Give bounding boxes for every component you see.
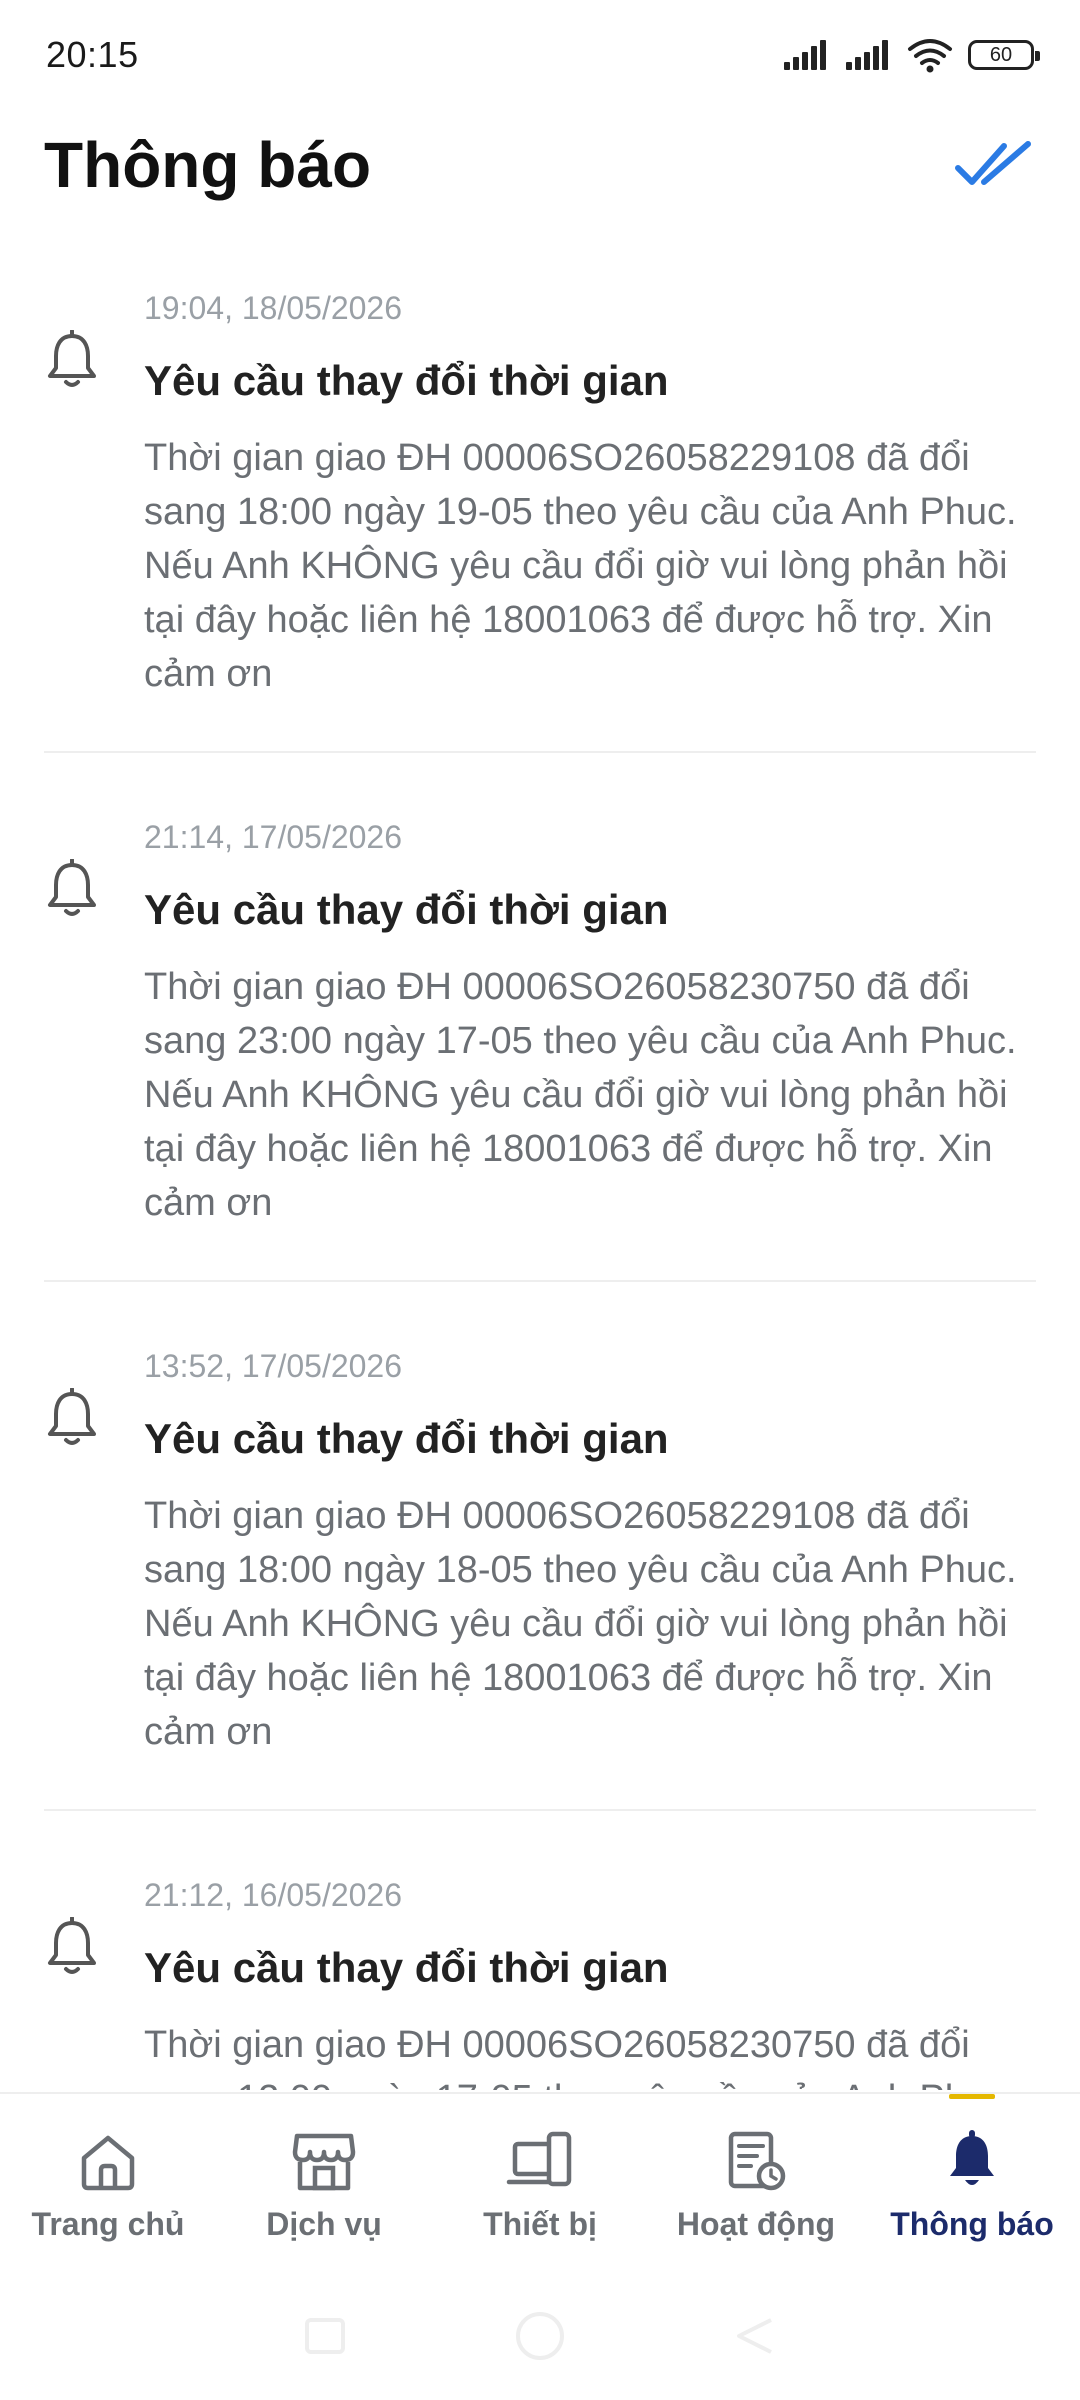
nav-item-devices[interactable]: Thiết bị (432, 2094, 648, 2274)
notification-body: 21:14, 17/05/2026 Yêu cầu thay đổi thời … (144, 819, 1036, 1230)
signal-icon (846, 40, 888, 70)
notification-icon-wrap (44, 1348, 144, 1759)
notification-item[interactable]: 13:52, 17/05/2026 Yêu cầu thay đổi thời … (44, 1318, 1036, 1811)
store-icon (292, 2133, 356, 2191)
notification-text: Thời gian giao ĐH 00006SO26058229108 đã … (144, 1495, 1017, 1753)
system-nav-bar (0, 2272, 1080, 2400)
battery-icon: 60 (968, 40, 1040, 70)
status-time: 20:15 (46, 34, 139, 75)
notification-text: Thời gian giao ĐH 00006SO26058229108 đã … (144, 437, 1017, 695)
nav-item-home[interactable]: Trang chủ (0, 2094, 216, 2274)
notification-time: 13:52, 17/05/2026 (144, 1348, 403, 1384)
status-icons: 60 (782, 37, 1040, 73)
notification-body: 21:12, 16/05/2026 Yêu cầu thay đổi thời … (144, 1877, 1036, 2090)
activity-icon (728, 2131, 786, 2191)
bell-icon (950, 2130, 994, 2185)
double-check-icon (955, 141, 1031, 185)
nav-item-notifications[interactable]: Thông báo (864, 2094, 1080, 2274)
notification-title: Yêu cầu thay đổi thời gian (144, 1415, 669, 1462)
notification-title: Yêu cầu thay đổi thời gian (144, 357, 669, 404)
bell-icon (48, 1916, 96, 1974)
nav-label: Hoạt động (676, 2206, 836, 2242)
mark-all-read-button[interactable] (952, 133, 1036, 197)
bottom-nav: Trang chủ Dịch vụ Thiết bị Hoạt động Thô… (0, 2092, 1080, 2274)
back-icon[interactable] (733, 2314, 777, 2358)
notification-title: Yêu cầu thay đổi thời gian (144, 1944, 669, 1991)
notification-time: 21:12, 16/05/2026 (144, 1877, 403, 1913)
notification-list[interactable]: 19:04, 18/05/2026 Yêu cầu thay đổi thời … (44, 260, 1036, 2090)
devices-icon (506, 2131, 572, 2187)
notification-text: Thời gian giao ĐH 00006SO26058230750 đã … (144, 966, 1017, 1224)
header: Thông báo (0, 110, 1080, 220)
home-icon (81, 2135, 135, 2191)
wifi-icon (908, 39, 952, 73)
status-bar: 20:15 60 (0, 0, 1080, 110)
bell-icon (48, 329, 96, 387)
recent-apps-icon[interactable] (303, 2316, 347, 2356)
notification-icon-wrap (44, 819, 144, 1230)
page-title: Thông báo (44, 129, 372, 201)
notification-body: 19:04, 18/05/2026 Yêu cầu thay đổi thời … (144, 290, 1036, 701)
notification-title: Yêu cầu thay đổi thời gian (144, 886, 669, 933)
nav-item-services[interactable]: Dịch vụ (216, 2094, 432, 2274)
bell-icon (48, 1387, 96, 1445)
screen: 20:15 60 Thông báo 19:04, 18/05/2026 Yêu… (0, 0, 1080, 2400)
notification-item[interactable]: 19:04, 18/05/2026 Yêu cầu thay đổi thời … (44, 260, 1036, 753)
nav-label: Dịch vụ (266, 2206, 382, 2242)
notification-icon-wrap (44, 290, 144, 701)
notification-body: 13:52, 17/05/2026 Yêu cầu thay đổi thời … (144, 1348, 1036, 1759)
bell-icon (48, 858, 96, 916)
nav-label: Trang chủ (31, 2206, 185, 2242)
notification-time: 19:04, 18/05/2026 (144, 290, 403, 326)
notification-item[interactable]: 21:12, 16/05/2026 Yêu cầu thay đổi thời … (44, 1847, 1036, 2090)
nav-item-activity[interactable]: Hoạt động (648, 2094, 864, 2274)
notification-icon-wrap (44, 1877, 144, 2090)
home-button-icon[interactable] (513, 2309, 567, 2363)
notification-item[interactable]: 21:14, 17/05/2026 Yêu cầu thay đổi thời … (44, 789, 1036, 1282)
battery-level: 60 (989, 43, 1013, 66)
nav-label: Thông báo (890, 2206, 1054, 2242)
nav-label: Thiết bị (483, 2206, 597, 2242)
notification-text: Thời gian giao ĐH 00006SO26058230750 đã … (144, 2024, 1017, 2090)
signal-icon (784, 40, 826, 70)
notification-time: 21:14, 17/05/2026 (144, 819, 403, 855)
